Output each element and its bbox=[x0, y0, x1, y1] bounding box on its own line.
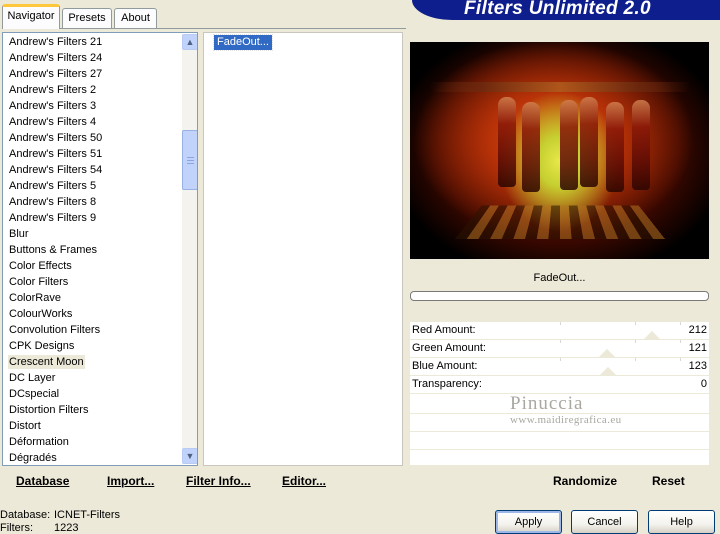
scroll-thumb[interactable] bbox=[182, 130, 197, 190]
watermark-url: www.maidiregrafica.eu bbox=[510, 414, 622, 426]
filters-count-label: Filters: bbox=[0, 522, 33, 534]
category-item[interactable]: Color Effects bbox=[8, 259, 73, 273]
tab-divider bbox=[2, 28, 406, 29]
slider-thumb-icon[interactable] bbox=[599, 349, 615, 357]
category-item[interactable]: Convolution Filters bbox=[8, 323, 101, 337]
filter-list[interactable]: FadeOut... bbox=[203, 32, 403, 466]
param-slider[interactable] bbox=[560, 358, 685, 376]
category-item[interactable]: Crescent Moon bbox=[8, 355, 85, 369]
category-item[interactable]: Blur bbox=[8, 227, 30, 241]
slider-thumb-icon[interactable] bbox=[644, 331, 660, 339]
database-label: Database: bbox=[0, 509, 51, 521]
filter-name-label: FadeOut... bbox=[533, 272, 586, 284]
category-item[interactable]: Andrew's Filters 54 bbox=[8, 163, 103, 177]
app-title: Filters Unlimited 2.0 bbox=[464, 0, 651, 19]
category-item[interactable]: Distort bbox=[8, 419, 42, 433]
tab-navigator[interactable]: Navigator bbox=[2, 4, 60, 29]
param-slider[interactable] bbox=[560, 322, 685, 340]
category-item[interactable]: ColorRave bbox=[8, 291, 62, 305]
category-item[interactable]: Distortion Filters bbox=[8, 403, 89, 417]
apply-button[interactable]: Apply bbox=[495, 510, 562, 534]
watermark-name: Pinuccia bbox=[510, 393, 584, 414]
slider-thumb-icon[interactable] bbox=[600, 367, 616, 375]
category-item[interactable]: Andrew's Filters 21 bbox=[8, 35, 103, 49]
import-button[interactable]: Import... bbox=[107, 474, 154, 488]
category-item[interactable]: Andrew's Filters 4 bbox=[8, 115, 97, 129]
param-value: 212 bbox=[688, 324, 707, 336]
filter-item-fadeout[interactable]: FadeOut... bbox=[213, 34, 273, 51]
editor-button[interactable]: Editor... bbox=[282, 474, 326, 488]
param-empty-row bbox=[410, 450, 709, 466]
category-item[interactable]: Andrew's Filters 5 bbox=[8, 179, 97, 193]
category-item[interactable]: Andrew's Filters 24 bbox=[8, 51, 103, 65]
param-label: Red Amount: bbox=[412, 324, 476, 336]
param-label: Blue Amount: bbox=[412, 360, 478, 372]
tab-about[interactable]: About bbox=[114, 8, 157, 28]
category-item[interactable]: Déformation bbox=[8, 435, 70, 449]
param-row[interactable]: Transparency: 0 bbox=[410, 376, 709, 394]
category-item[interactable]: Dégradés bbox=[8, 451, 58, 465]
category-item[interactable]: DC Layer bbox=[8, 371, 56, 385]
category-scrollbar[interactable]: ▲ ▼ bbox=[182, 34, 197, 464]
category-item[interactable]: Andrew's Filters 27 bbox=[8, 67, 103, 81]
database-button[interactable]: Database bbox=[16, 474, 69, 488]
reset-button[interactable]: Reset bbox=[652, 474, 685, 488]
category-item[interactable]: Color Filters bbox=[8, 275, 69, 289]
scroll-up-icon[interactable]: ▲ bbox=[182, 34, 197, 50]
progress-bar bbox=[410, 291, 709, 301]
param-row[interactable]: Red Amount: 212 bbox=[410, 322, 709, 340]
category-item[interactable]: CPK Designs bbox=[8, 339, 75, 353]
preview-image bbox=[410, 42, 709, 259]
randomize-button[interactable]: Randomize bbox=[553, 474, 617, 488]
category-item[interactable]: ColourWorks bbox=[8, 307, 73, 321]
category-list[interactable]: Andrew's Filters 21 Andrew's Filters 24 An… bbox=[2, 32, 198, 466]
category-item[interactable]: Buttons & Frames bbox=[8, 243, 98, 257]
filter-info-button[interactable]: Filter Info... bbox=[186, 474, 251, 488]
param-value: 123 bbox=[688, 360, 707, 372]
cancel-button[interactable]: Cancel bbox=[571, 510, 638, 534]
category-item[interactable]: Andrew's Filters 2 bbox=[8, 83, 97, 97]
param-label: Transparency: bbox=[412, 378, 482, 390]
param-value: 121 bbox=[688, 342, 707, 354]
param-empty-row bbox=[410, 432, 709, 450]
filters-count-value: 1223 bbox=[54, 522, 79, 534]
category-item[interactable]: Andrew's Filters 8 bbox=[8, 195, 97, 209]
category-item[interactable]: Andrew's Filters 50 bbox=[8, 131, 103, 145]
help-button[interactable]: Help bbox=[648, 510, 715, 534]
param-row[interactable]: Blue Amount: 123 bbox=[410, 358, 709, 376]
category-item[interactable]: Andrew's Filters 51 bbox=[8, 147, 103, 161]
param-label: Green Amount: bbox=[412, 342, 486, 354]
category-item[interactable]: Andrew's Filters 9 bbox=[8, 211, 97, 225]
param-row[interactable]: Green Amount: 121 bbox=[410, 340, 709, 358]
tab-presets[interactable]: Presets bbox=[62, 8, 112, 28]
database-value: ICNET-Filters bbox=[54, 509, 120, 521]
param-value: 0 bbox=[700, 378, 707, 390]
scroll-down-icon[interactable]: ▼ bbox=[182, 448, 197, 464]
category-item[interactable]: DCspecial bbox=[8, 387, 60, 401]
param-slider[interactable] bbox=[560, 340, 685, 358]
category-item[interactable]: Andrew's Filters 3 bbox=[8, 99, 97, 113]
